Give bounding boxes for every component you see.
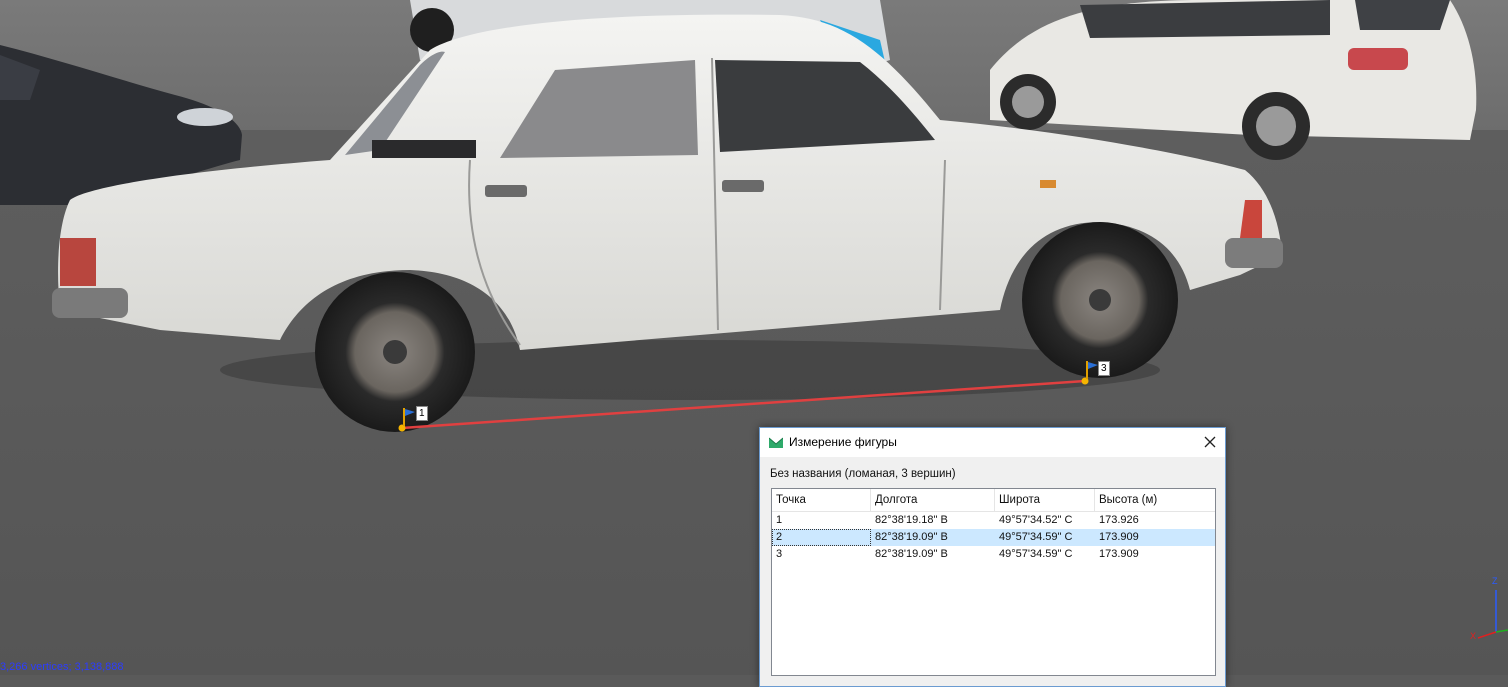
- cell-longitude: 82°38'19.18" В: [875, 514, 948, 526]
- points-list[interactable]: Точка Долгота Широта Высота (м) 1 82°38'…: [771, 488, 1216, 676]
- cell-altitude: 173.909: [1099, 531, 1139, 543]
- scene-render: [0, 0, 1508, 675]
- cell-latitude: 49°57'34.52" С: [999, 514, 1073, 526]
- column-header-point[interactable]: Точка: [772, 489, 871, 511]
- cell-point: 3: [776, 548, 783, 560]
- cell-altitude: 173.909: [1099, 548, 1139, 560]
- cell-latitude: 49°57'34.59" С: [999, 548, 1073, 560]
- table-row[interactable]: 3 82°38'19.09" В 49°57'34.59" С 173.909: [772, 546, 1215, 563]
- cell-longitude: 82°38'19.09" В: [875, 548, 948, 560]
- close-icon: [1204, 436, 1216, 448]
- app-logo-icon: [769, 437, 783, 448]
- column-header-latitude[interactable]: Широта: [995, 489, 1095, 511]
- table-row[interactable]: 1 82°38'19.18" В 49°57'34.52" С 173.926: [772, 512, 1215, 529]
- cell-latitude: 49°57'34.59" С: [999, 531, 1073, 543]
- column-header-longitude[interactable]: Долгота: [871, 489, 995, 511]
- cell-point: 1: [776, 514, 783, 526]
- cell-point: 2: [772, 529, 871, 546]
- dialog-title: Измерение фигуры: [789, 435, 897, 449]
- vertex-marker-1[interactable]: 1: [416, 406, 428, 421]
- vertex-marker-3[interactable]: 3: [1098, 361, 1110, 376]
- dialog-titlebar[interactable]: Измерение фигуры: [760, 428, 1225, 457]
- shape-description: Без названия (ломаная, 3 вершин): [770, 468, 956, 480]
- status-vertices-text: 3,266 vertices; 3,138,888: [0, 661, 124, 673]
- cell-altitude: 173.926: [1099, 514, 1139, 526]
- list-header: Точка Долгота Широта Высота (м): [772, 489, 1215, 512]
- axis-x-label: X: [1470, 631, 1477, 641]
- 3d-viewport[interactable]: 1 3 Z X 3,266 vertices; 3,138,888: [0, 0, 1508, 675]
- table-row-selected[interactable]: 2 82°38'19.09" В 49°57'34.59" С 173.909: [772, 529, 1215, 546]
- close-button[interactable]: [1195, 428, 1225, 457]
- measure-shape-dialog[interactable]: Измерение фигуры Без названия (ломаная, …: [759, 427, 1226, 687]
- column-header-altitude[interactable]: Высота (м): [1095, 489, 1215, 511]
- cell-longitude: 82°38'19.09" В: [875, 531, 948, 543]
- axis-z-label: Z: [1492, 576, 1498, 586]
